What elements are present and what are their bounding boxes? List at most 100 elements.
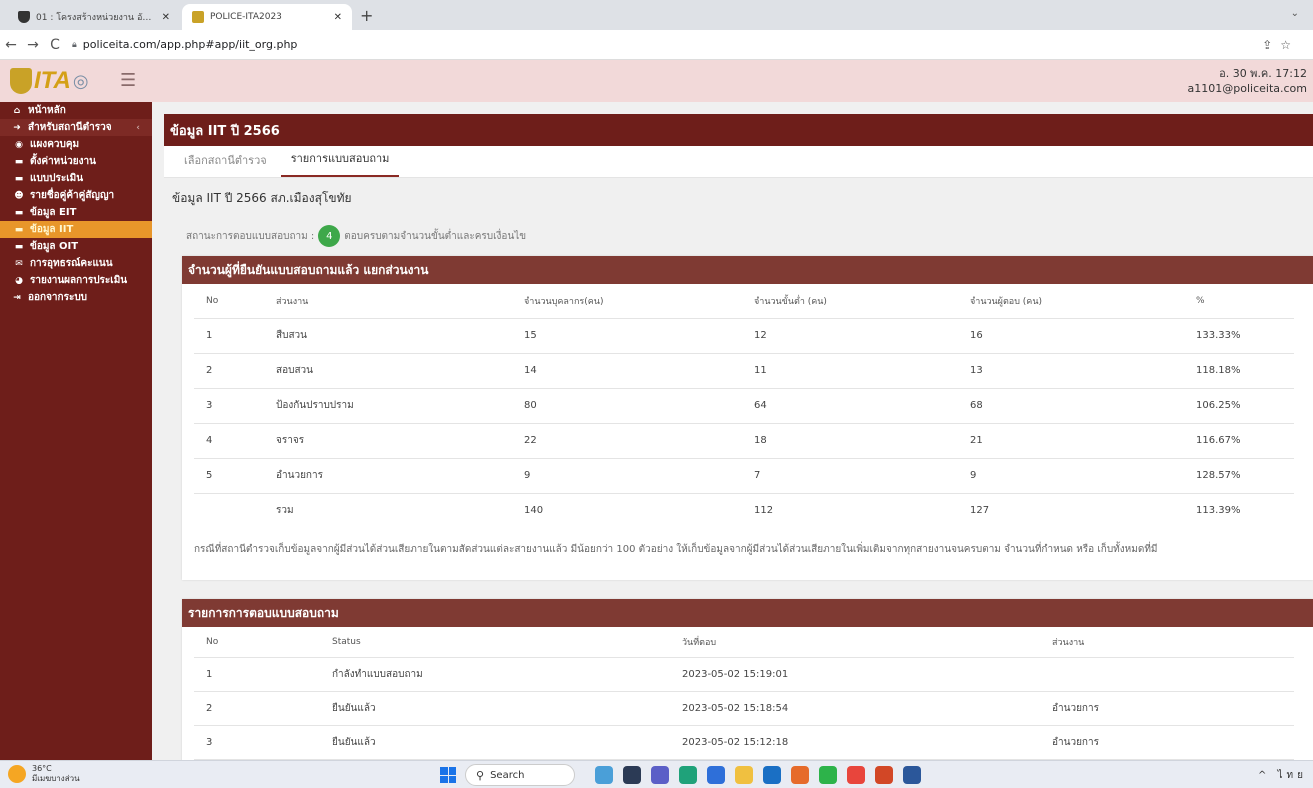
back-button[interactable]: ← (0, 37, 22, 53)
form-icon: ▬ (14, 173, 24, 184)
table-cell: ป้องกันปราบปราม (276, 388, 524, 424)
address-bar: ← → C 🔒︎ policeita.com/app.php#app/iit_o… (0, 30, 1313, 60)
taskbar-search[interactable]: ⚲ Search (465, 764, 575, 786)
table-cell: 2023-05-02 15:18:54 (682, 691, 1052, 726)
app-line-icon[interactable] (819, 766, 837, 784)
browser-tab-title: 01 : โครงสร้างหน่วยงาน อัตรากำลัง และ (36, 13, 156, 23)
table-cell: 7 (754, 458, 970, 494)
table-cell: 2023-05-02 15:19:01 (682, 657, 1052, 692)
new-tab-button[interactable]: + (360, 6, 373, 25)
table-cell: อำนวยการ (1052, 691, 1294, 726)
windows-start-icon[interactable] (440, 767, 456, 783)
table-cell (1052, 657, 1294, 692)
app-meet-icon[interactable] (651, 766, 669, 784)
table-cell: 106.25% (1196, 388, 1294, 424)
summary-title: จำนวนผู้ที่ยืนยันแบบสอบถามแล้ว แยกส่วนงา… (182, 256, 1313, 284)
close-icon[interactable]: ✕ (334, 12, 342, 23)
app-firefox-icon[interactable] (791, 766, 809, 784)
site-favicon-icon (192, 11, 204, 23)
system-tray[interactable]: ^ ไทย (1258, 768, 1307, 783)
search-label: Search (490, 769, 525, 781)
sidebar-item-7[interactable]: ▬ ข้อมูล IIT (0, 221, 152, 238)
arrow-circle-icon: ➜ (13, 122, 21, 133)
sidebar-item-3[interactable]: ▬ ตั้งค่าหน่วยงาน (0, 153, 152, 170)
weather-widget[interactable]: 36°C มีเมฆบางส่วน (8, 764, 80, 784)
table-cell (194, 493, 276, 528)
sidebar-item-5[interactable]: ☻ รายชื่อคู่ค้าคู่สัญญา (0, 187, 152, 204)
taskbar: 36°C มีเมฆบางส่วน ⚲ Search ^ ไทย (0, 760, 1313, 788)
table-cell: 15 (524, 318, 754, 354)
sidebar-item-1[interactable]: ➜ สำหรับสถานีตำรวจ ‹ (0, 119, 152, 136)
forward-button[interactable]: → (22, 37, 44, 53)
user-info[interactable]: อ. 30 พ.ค. 17:12 a1101@policeita.com (1188, 66, 1307, 96)
app-header: ITA ◎ ☰ อ. 30 พ.ค. 17:12 a1101@policeita… (0, 60, 1313, 102)
url-field[interactable]: 🔒︎ policeita.com/app.php#app/iit_org.php (72, 38, 297, 51)
table-cell: 16 (970, 318, 1196, 354)
chevron-down-icon[interactable]: ⌄ (1291, 8, 1299, 19)
folder-icon: ▬ (14, 224, 24, 235)
browser-tab-2[interactable]: POLICE-ITA2023 ✕ (182, 4, 352, 30)
app-store-icon[interactable] (707, 766, 725, 784)
responses-title: รายการการตอบแบบสอบถาม (182, 599, 1313, 627)
sidebar-item-10[interactable]: ◕ รายงานผลการประเมิน (0, 272, 152, 289)
sidebar-item-label: สำหรับสถานีตำรวจ (28, 122, 112, 133)
status-badge: 4 (318, 225, 341, 247)
app-edge-icon[interactable] (679, 766, 697, 784)
app-landscape-icon[interactable] (595, 766, 613, 784)
app-explorer-icon[interactable] (623, 766, 641, 784)
table-cell: 116.67% (1196, 423, 1294, 459)
sidebar-item-8[interactable]: ▬ ข้อมูล OIT (0, 238, 152, 255)
browser-tab-1[interactable]: 01 : โครงสร้างหน่วยงาน อัตรากำลัง และ ✕ (8, 4, 180, 30)
table-row: รวม 140 112 127 113.39% (194, 493, 1294, 528)
lock-icon: 🔒︎ (72, 39, 77, 50)
app-word-icon[interactable] (903, 766, 921, 784)
table-cell: กำลังทำแบบสอบถาม (332, 657, 682, 692)
tab-select-station[interactable]: เลือกสถานีตำรวจ (174, 151, 277, 177)
table-cell: 68 (970, 388, 1196, 424)
table-cell: อำนวยการ (276, 458, 524, 494)
main-content: ข้อมูล IIT ปี 2566 เลือกสถานีตำรวจ รายกา… (152, 102, 1313, 760)
sidebar-item-0[interactable]: ⌂ หน้าหลัก (0, 102, 152, 119)
search-icon: ⚲ (476, 768, 485, 782)
app-folder-icon[interactable] (735, 766, 753, 784)
reload-button[interactable]: C (44, 37, 66, 53)
summary-table: No ส่วนงาน จำนวนบุคลากร(คน) จำนวนขั้นต่ำ (ค… (194, 284, 1294, 528)
table-row: 4 จราจร 22 18 21 116.67% (194, 423, 1294, 459)
table-cell: 3 (194, 388, 276, 424)
table-cell: 133.33% (1196, 318, 1294, 354)
sidebar-item-label: รายงานผลการประเมิน (30, 275, 128, 286)
sidebar-item-2[interactable]: ◉ แผงควบคุม (0, 136, 152, 153)
ita-logo[interactable]: ITA ◎ (10, 66, 89, 96)
sidebar-item-label: แบบประเมิน (30, 173, 84, 184)
sidebar-item-label: หน้าหลัก (28, 105, 66, 116)
sidebar-item-label: การอุทธรณ์คะแนน (30, 258, 113, 269)
datetime: อ. 30 พ.ค. 17:12 (1219, 67, 1307, 80)
section-title: ข้อมูล IIT ปี 2566 (164, 114, 1313, 146)
police-shield-icon (18, 11, 30, 23)
taskbar-apps (595, 766, 931, 784)
tab-questionnaire-list[interactable]: รายการแบบสอบถาม (280, 149, 400, 177)
status-label: สถานะการตอบแบบสอบถาม : (186, 230, 315, 242)
dashboard-icon: ◉ (15, 139, 23, 150)
column-header: ส่วนงาน (1052, 627, 1294, 658)
url-text: policeita.com/app.php#app/iit_org.php (82, 38, 298, 51)
sidebar-item-11[interactable]: ⇥ ออกจากระบบ (0, 289, 152, 306)
table-cell: รวม (276, 505, 294, 517)
sidebar-item-6[interactable]: ▬ ข้อมูล EIT (0, 204, 152, 221)
building-icon: ▬ (14, 156, 24, 167)
responses-table: No Status วันที่ตอบ ส่วนงาน 1 กำลังทำแบบสอบถ… (194, 627, 1294, 760)
app-powerpoint-icon[interactable] (875, 766, 893, 784)
sidebar: ⌂ หน้าหลัก ➜ สำหรับสถานีตำรวจ ‹ ◉ แผงควบคุม ▬ ตั… (0, 102, 152, 760)
status-text: ตอบครบตามจำนวนขั้นต่ำและครบเงื่อนไข (344, 230, 527, 242)
close-icon[interactable]: ✕ (162, 12, 170, 23)
share-star-icons[interactable]: ⇪☆ (1262, 38, 1299, 52)
table-cell: 14 (524, 353, 754, 389)
sidebar-item-4[interactable]: ▬ แบบประเมิน (0, 170, 152, 187)
table-cell: 13 (970, 353, 1196, 389)
menu-toggle-icon[interactable]: ☰ (120, 70, 136, 91)
app-chrome-icon[interactable] (847, 766, 865, 784)
summary-note: กรณีที่สถานีตำรวจเก็บข้อมูลจากผู้มีส่วนไ… (194, 544, 1158, 555)
report-icon: ◕ (15, 275, 23, 286)
sidebar-item-9[interactable]: ✉ การอุทธรณ์คะแนน (0, 255, 152, 272)
app-mail-icon[interactable] (763, 766, 781, 784)
